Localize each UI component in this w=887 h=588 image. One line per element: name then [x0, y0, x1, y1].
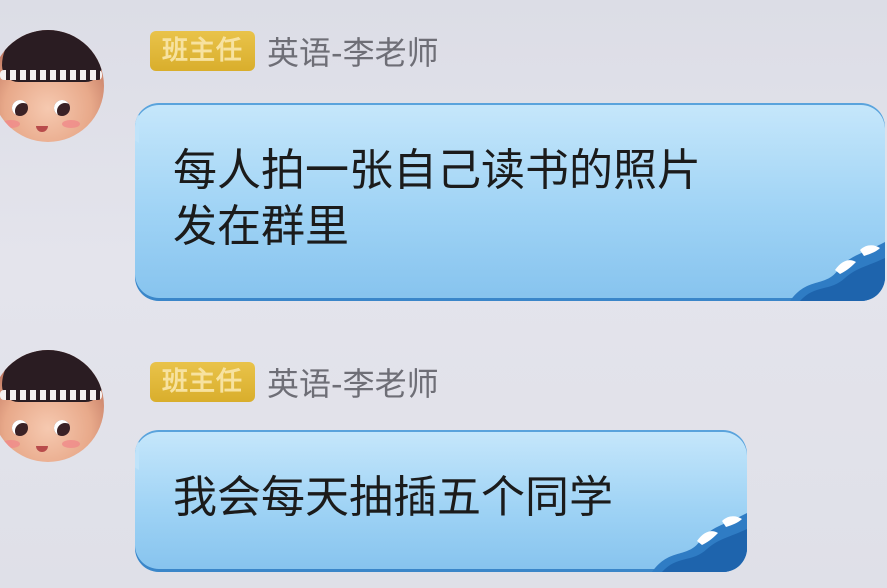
wave-decoration-icon: [652, 513, 747, 572]
avatar-eye-right: [54, 420, 70, 436]
bubble-tail: [135, 115, 139, 143]
sender-name[interactable]: 英语-李老师: [267, 28, 439, 74]
avatar-mouth: [36, 446, 48, 452]
message-text-line: 每人拍一张自己读书的照片: [173, 145, 701, 196]
avatar-blush-left: [2, 120, 20, 128]
message-bubble[interactable]: 我会每天抽插五个同学: [135, 430, 747, 572]
message-text-line: 发在群里: [173, 201, 349, 252]
chat-window: 班主任 英语-李老师 每人拍一张自己读书的照片 发在群里 班主任 英语-李老师 …: [0, 0, 887, 588]
avatar-blush-right: [62, 440, 80, 448]
avatar-hat-band: [0, 70, 102, 80]
role-badge: 班主任: [150, 31, 256, 71]
bubble-tail: [135, 442, 139, 470]
message-header: 班主任 英语-李老师: [150, 359, 439, 405]
avatar-eye-left: [12, 100, 28, 116]
avatar-eye-left: [12, 420, 28, 436]
avatar-mouth: [36, 126, 48, 132]
avatar[interactable]: [0, 350, 104, 462]
message-text: 我会每天抽插五个同学: [173, 470, 733, 526]
role-badge: 班主任: [150, 362, 256, 402]
avatar-eye-right: [54, 100, 70, 116]
message-bubble[interactable]: 每人拍一张自己读书的照片 发在群里: [135, 103, 885, 301]
avatar-blush-left: [2, 440, 20, 448]
sender-name[interactable]: 英语-李老师: [267, 359, 439, 405]
message-header: 班主任 英语-李老师: [150, 28, 439, 74]
avatar-hat-band: [0, 390, 102, 400]
message-text: 每人拍一张自己读书的照片 发在群里: [173, 143, 853, 255]
message-text-line: 我会每天抽插五个同学: [173, 472, 613, 523]
wave-decoration-icon: [790, 242, 885, 301]
avatar[interactable]: [0, 30, 104, 142]
avatar-blush-right: [62, 120, 80, 128]
